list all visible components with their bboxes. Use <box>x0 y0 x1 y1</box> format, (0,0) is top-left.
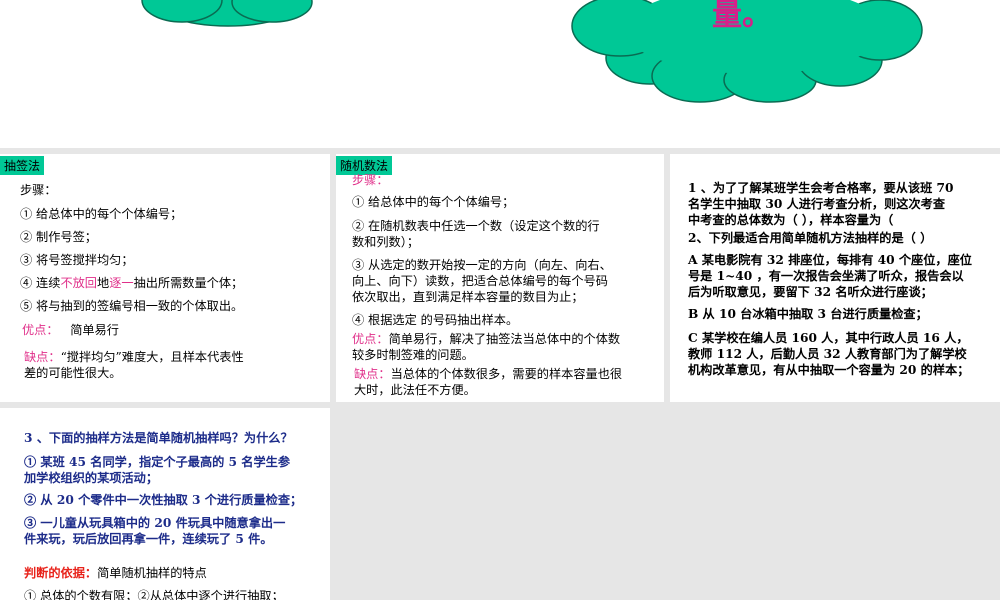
steps-title: 步骤： <box>20 183 57 197</box>
cons-label: 缺点： <box>354 367 391 381</box>
item-1-line-1: ① 某班 45 名同学，指定个子最高的 5 名学生参 <box>24 455 291 469</box>
step-3-line-3: 依次取出，直到满足样本容量的数目为止； <box>352 290 584 304</box>
pros-line-1: 优点：简单易行，解决了抽签法当总体中的个体数 <box>352 331 620 347</box>
item-2: ② 从 20 个零件中一次性抽取 3 个进行质量检查； <box>24 493 303 507</box>
item-1-line-2: 加学校组织的某项活动； <box>24 471 159 485</box>
top-banner: 量。 <box>0 0 1000 148</box>
option-c-line-1: C 某学校在编人员 160 人，其中行政人员 16 人， <box>688 331 969 345</box>
cloud-shapes <box>141 0 923 103</box>
step-4-c: 地 <box>97 276 110 290</box>
pros-line-2: 较多时制签难的问题。 <box>352 348 474 362</box>
item-3-line-2: 件来玩，玩后放回再拿一件，连续玩了 5 件。 <box>24 532 273 546</box>
step-4-highlight-no-replace: 不放回 <box>60 276 97 290</box>
step-4-a: ④ 连续 <box>20 276 61 290</box>
step-4-e: 抽出所需数量个体； <box>133 276 244 290</box>
pros-label: 优点： <box>352 332 389 346</box>
option-b: B 从 10 台冰箱中抽取 3 台进行质量检查； <box>688 307 928 321</box>
cloud-text: 量。 <box>712 0 772 33</box>
step-4-highlight-one-by-one: 逐一 <box>109 276 134 290</box>
pros-line: 优点： 简单易行 <box>22 322 119 338</box>
cons-label: 缺点： <box>24 350 61 364</box>
option-c-line-3: 机构改革意见，有从中抽取一个容量为 20 的样本； <box>688 363 970 377</box>
cons-line-1: 缺点：当总体的个体数很多，需要的样本容量也很 <box>354 366 622 382</box>
step-1: ① 给总体中的每个个体编号； <box>352 195 515 209</box>
question-1-line-3: 中考查的总体数为（ ），样本容量为（ <box>688 213 894 227</box>
question-1-line-1: 1 、为了了解某班学生会考合格率，要从该班 70 <box>688 181 954 195</box>
item-3-line-1: ③ 一儿童从玩具箱中的 20 件玩具中随意拿出一 <box>24 516 286 530</box>
cons-line-1: 缺点：“搅拌均匀”难度大，且样本代表性 <box>24 349 244 365</box>
cons-text-1: 当总体的个体数很多，需要的样本容量也很 <box>390 367 623 381</box>
basis-text: 简单随机抽样的特点 <box>97 566 207 580</box>
step-3-line-2: 向上、向下）读数，把适合总体编号的每个号码 <box>352 274 608 288</box>
step-4: ④ 连续不放回地逐一抽出所需数量个体； <box>20 275 243 291</box>
left-cloud <box>141 0 313 27</box>
option-a-line-1: A 某电影院有 32 排座位，每排有 40 个座位，座位 <box>688 253 972 267</box>
option-a-line-3: 后为听取意见，要留下 32 名听众进行座谈； <box>688 285 933 299</box>
panel-question-3: 3 、下面的抽样方法是简单随机抽样吗？为什么？ ① 某班 45 名同学，指定个子… <box>0 408 330 600</box>
step-5: ⑤ 将与抽到的签编号相一致的个体取出。 <box>20 299 244 313</box>
cons-line-2: 大时，此法任不方便。 <box>354 383 476 397</box>
step-3-line-1: ③ 从选定的数开始按一定的方向（向左、向右、 <box>352 258 612 272</box>
cons-text-1: “搅拌均匀”难度大，且样本代表性 <box>60 350 244 364</box>
question-2: 2、下列最适合用简单随机方法抽样的是（ ） <box>688 231 933 245</box>
option-a-line-2: 号是 1~40 ，有一次报告会坐满了听众，报告会以 <box>688 269 964 283</box>
tag-lottery-method: 抽签法 <box>0 156 45 175</box>
features-line: ① 总体的个数有限；②从总体中逐个进行抽取； <box>24 589 284 600</box>
step-1: ① 给总体中的每个个体编号； <box>20 207 183 221</box>
step-3: ③ 将号签搅拌均匀； <box>20 253 134 267</box>
step-2: ② 制作号签； <box>20 230 97 244</box>
steps-title: 步骤： <box>352 173 389 187</box>
panel-exercises: 1 、为了了解某班学生会考合格率，要从该班 70 名学生中抽取 30 人进行考查… <box>670 154 1000 402</box>
question-3: 3 、下面的抽样方法是简单随机抽样吗？为什么？ <box>24 431 293 445</box>
cons-line-2: 差的可能性很大。 <box>24 366 122 380</box>
pros-text: 简单易行 <box>70 323 119 337</box>
panel-lottery-method: 抽签法 步骤： ① 给总体中的每个个体编号； ② 制作号签； ③ 将号签搅拌均匀… <box>0 154 330 402</box>
step-2-line-1: ② 在随机数表中任选一个数（设定这个数的行 <box>352 219 600 233</box>
panel-random-number-method: 随机数法 步骤： ① 给总体中的每个个体编号； ② 在随机数表中任选一个数（设定… <box>336 154 664 402</box>
option-c-line-2: 教师 112 人，后勤人员 32 人教育部门为了解学校 <box>688 347 967 361</box>
pros-label: 优点： <box>22 323 59 337</box>
step-2-line-2: 数和列数）； <box>352 235 420 249</box>
pros-text-1: 简单易行，解决了抽签法当总体中的个体数 <box>388 332 621 346</box>
step-4: ④ 根据选定 的号码抽出样本。 <box>352 313 519 327</box>
question-1-line-2: 名学生中抽取 30 人进行考查分析，则这次考查 <box>688 197 946 211</box>
basis-line: 判断的依据：简单随机抽样的特点 <box>24 565 207 581</box>
basis-label: 判断的依据： <box>24 566 98 580</box>
